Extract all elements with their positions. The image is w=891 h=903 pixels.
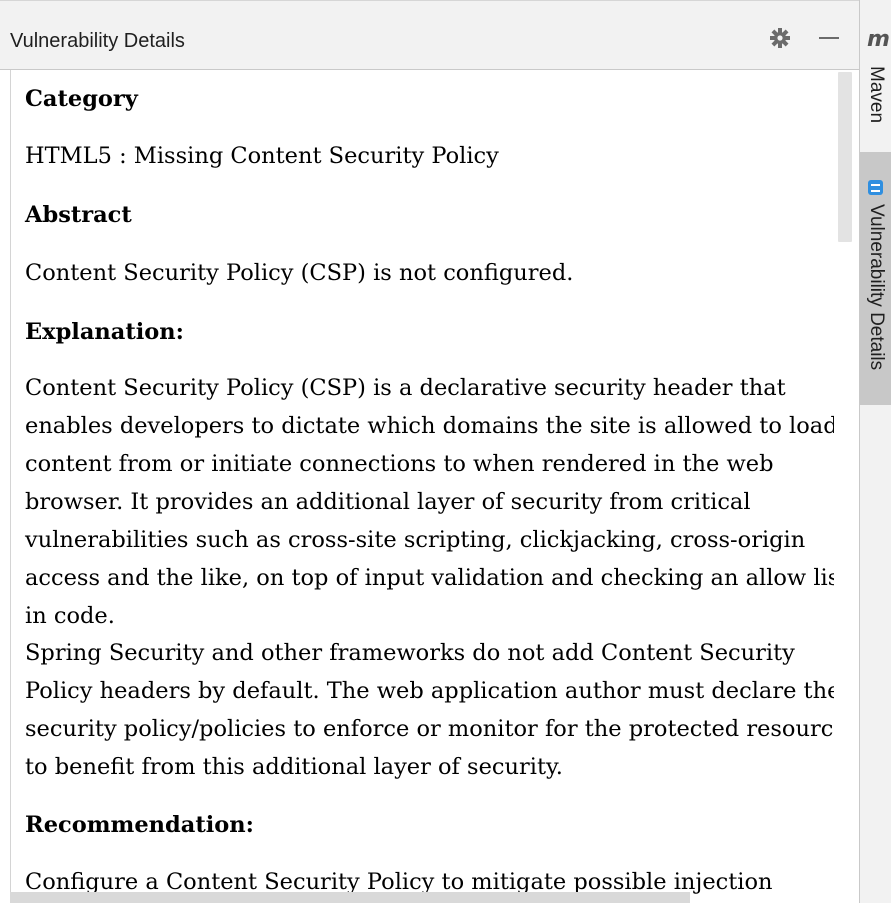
settings-button[interactable] — [767, 25, 793, 51]
vulnerability-content[interactable]: Category HTML5 : Missing Content Securit… — [10, 70, 834, 903]
explanation-line: access and the like, on top of input val… — [25, 565, 834, 591]
explanation-line: enables developers to dictate which doma… — [25, 413, 834, 439]
explanation-line: to benefit from this additional layer of… — [25, 754, 563, 780]
recommendation-heading: Recommendation: — [25, 812, 254, 838]
explanation-line: security policy/policies to enforce or m… — [25, 716, 834, 742]
panel-title: Vulnerability Details — [10, 30, 185, 52]
minimize-icon — [819, 37, 839, 39]
abstract-text: Content Security Policy (CSP) is not con… — [25, 260, 574, 286]
vulnerability-details-panel: Vulnerability Details Category HTML5: M… — [0, 0, 860, 903]
explanation-line: Content Security Policy (CSP) is a decla… — [25, 375, 786, 401]
vulnerability-details-icon — [868, 180, 883, 195]
explanation-line: Policy headers by default. The web appli… — [25, 678, 834, 704]
explanation-line: vulnerabilities such as cross-site scrip… — [25, 527, 806, 553]
tab-maven[interactable]: Maven — [860, 62, 891, 147]
horizontal-scrollbar-thumb[interactable] — [10, 892, 690, 903]
explanation-heading: Explanation: — [25, 319, 184, 345]
tab-maven-label: Maven — [866, 66, 887, 124]
gear-icon — [770, 28, 790, 48]
horizontal-scrollbar[interactable] — [10, 889, 834, 903]
panel-header: Vulnerability Details — [0, 0, 859, 70]
explanation-line: content from or initiate connections to … — [25, 451, 774, 477]
tab-vulnerability-details[interactable]: Vulnerability Details — [860, 152, 891, 405]
ide-window: Vulnerability Details Category HTML5: M… — [0, 0, 891, 903]
explanation-line: browser. It provides an additional layer… — [25, 489, 751, 515]
tab-vulnerability-details-label: Vulnerability Details — [866, 204, 887, 371]
category-heading: Category — [25, 86, 138, 112]
explanation-line: in code. — [25, 603, 115, 629]
maven-logo-icon: m — [867, 27, 890, 52]
minimize-button[interactable] — [816, 25, 842, 51]
vertical-scrollbar[interactable] — [834, 70, 858, 903]
right-tool-strip: m Maven Vulnerability Details — [860, 0, 891, 903]
abstract-heading: Abstract — [25, 202, 132, 228]
category-value: HTML5 : Missing Content Security Policy — [25, 143, 499, 169]
explanation-line: Spring Security and other frameworks do … — [25, 640, 795, 666]
vertical-scrollbar-thumb[interactable] — [838, 72, 852, 242]
